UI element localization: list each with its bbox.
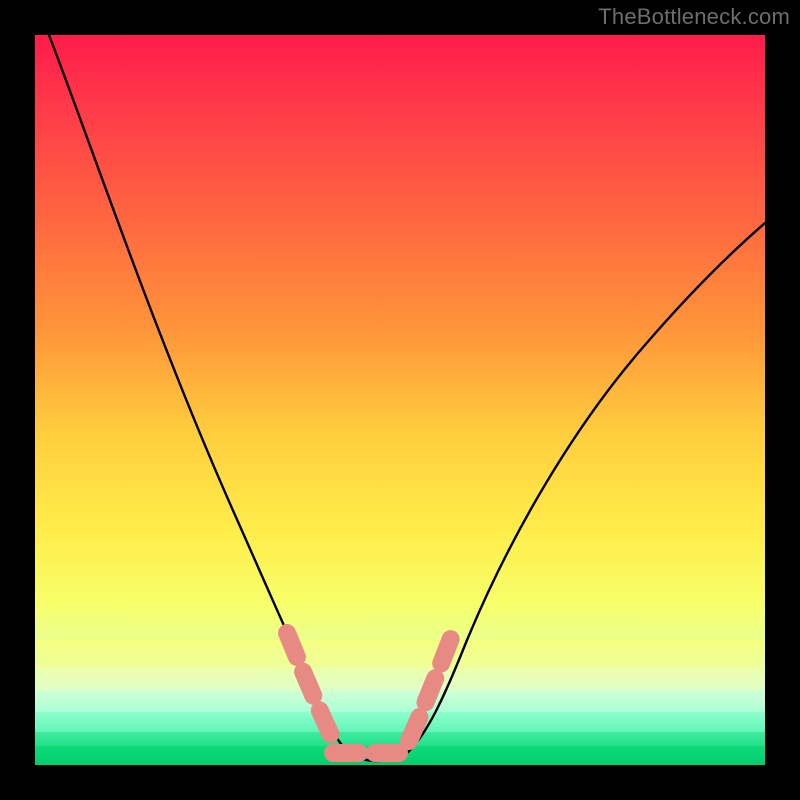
black-curve — [49, 35, 765, 761]
highlight-left — [287, 633, 331, 735]
highlight-group — [287, 633, 453, 753]
curve-svg — [35, 35, 765, 765]
plot-area — [35, 35, 765, 765]
chart-frame: TheBottleneck.com — [0, 0, 800, 800]
watermark-text: TheBottleneck.com — [598, 4, 790, 30]
